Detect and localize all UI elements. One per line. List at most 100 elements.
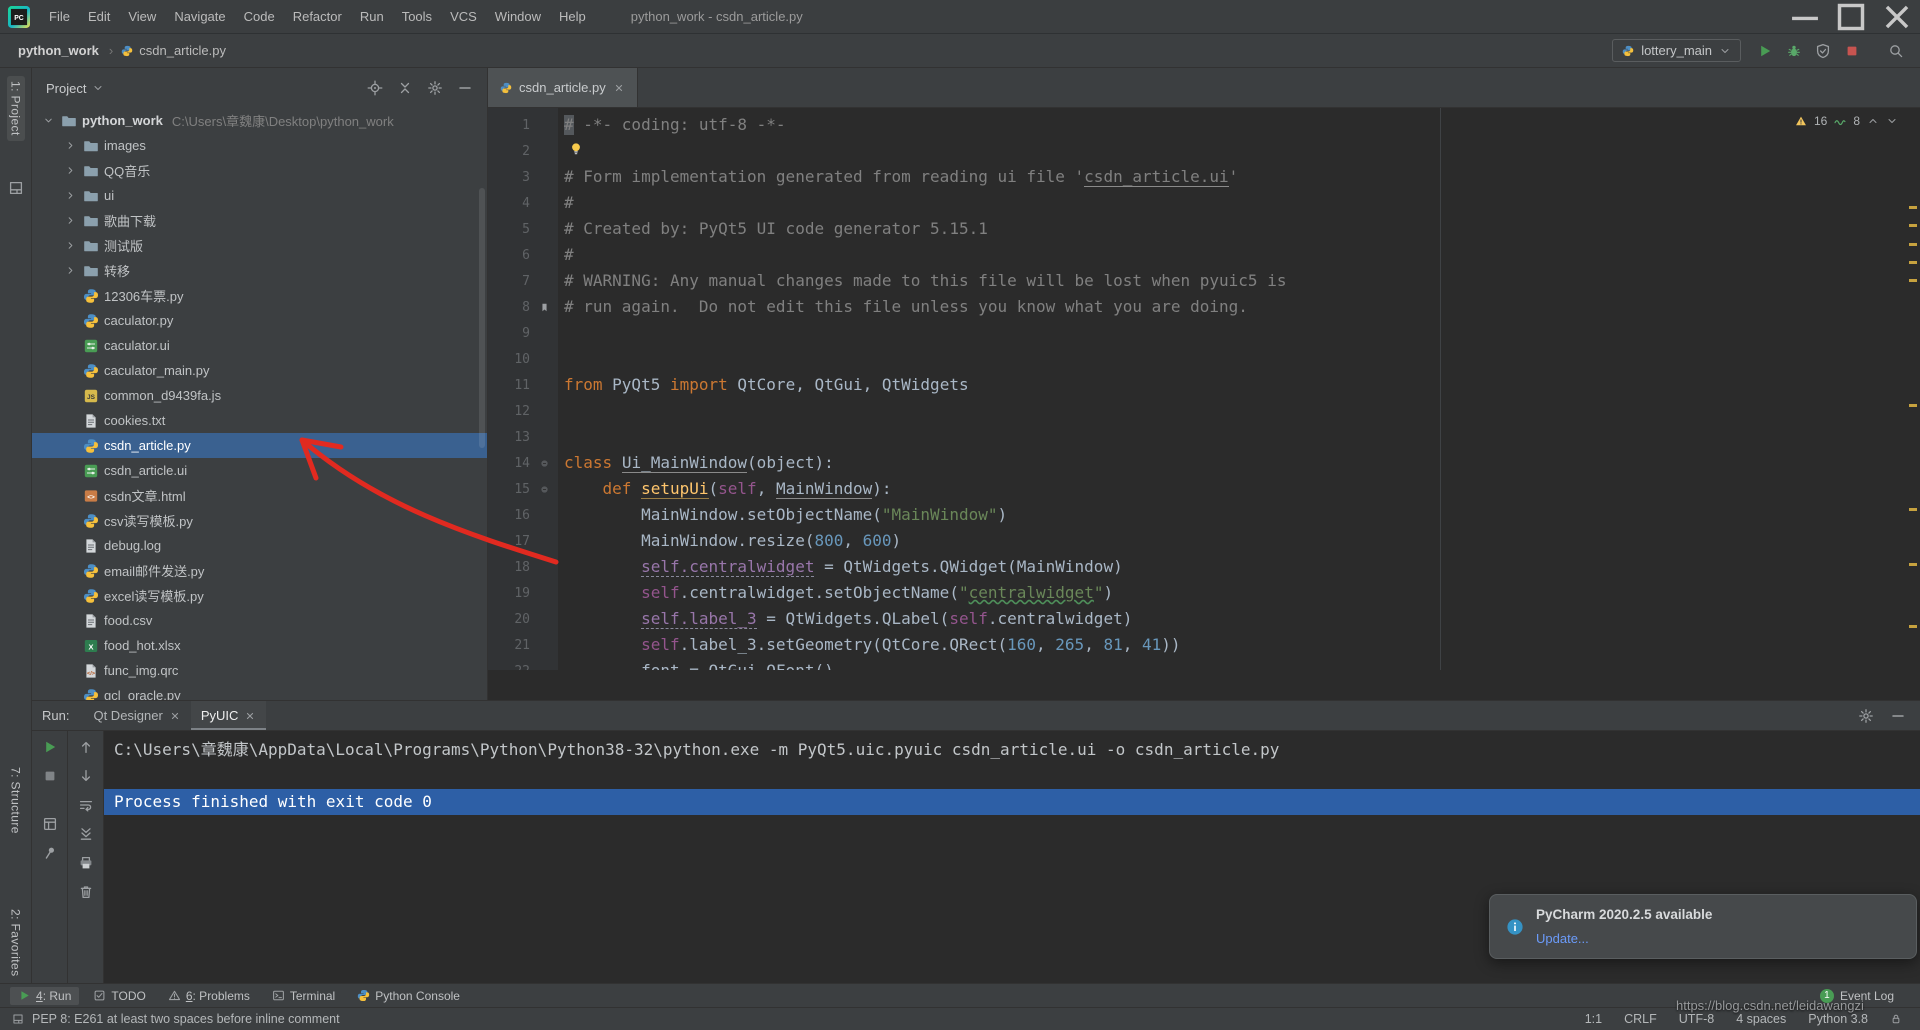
code-line[interactable] — [564, 398, 1920, 424]
menu-file[interactable]: File — [40, 0, 79, 33]
run-tab[interactable]: PyUIC — [191, 701, 267, 730]
tree-item[interactable]: QQ音乐 — [32, 158, 487, 183]
console-line[interactable]: Process finished with exit code 0 — [104, 789, 1920, 815]
gutter-line[interactable]: 19 — [488, 580, 558, 606]
chevron-down-icon[interactable] — [1886, 115, 1898, 127]
tree-item[interactable]: email邮件发送.py — [32, 558, 487, 583]
close-icon[interactable] — [244, 710, 256, 722]
minimize-icon[interactable] — [1782, 0, 1828, 33]
tree-item-project-root[interactable]: python_workC:\Users\章魏康\Desktop\python_w… — [32, 108, 487, 133]
code-line[interactable]: # run again. Do not edit this file unles… — [564, 294, 1920, 320]
tree-item[interactable]: <>csdn文章.html — [32, 483, 487, 508]
code-line[interactable]: class Ui_MainWindow(object): — [564, 450, 1920, 476]
tree-item[interactable]: Xfood_hot.xlsx — [32, 633, 487, 658]
gutter-line[interactable]: 8 — [488, 294, 558, 320]
code-line[interactable]: # — [564, 190, 1920, 216]
menu-window[interactable]: Window — [486, 0, 550, 33]
code-line[interactable] — [564, 320, 1920, 346]
breadcrumb-item[interactable]: python_work — [16, 43, 101, 58]
inspections-widget[interactable]: 168 — [1795, 114, 1898, 128]
code-line[interactable]: self.centralwidget.setObjectName("centra… — [564, 580, 1920, 606]
menu-navigate[interactable]: Navigate — [165, 0, 234, 33]
breadcrumb-item[interactable]: csdn_article.py — [137, 43, 228, 58]
tool-button-project[interactable]: 1: Project — [7, 76, 25, 141]
tree-item[interactable]: 转移 — [32, 258, 487, 283]
tool-window-button[interactable]: Terminal — [264, 987, 343, 1005]
code-line[interactable]: # Created by: PyQt5 UI code generator 5.… — [564, 216, 1920, 242]
tool-window-button[interactable]: 4: Run — [10, 987, 79, 1005]
gutter-line[interactable]: 7 — [488, 268, 558, 294]
file-encoding[interactable]: UTF-8 — [1679, 1012, 1714, 1026]
gutter-line[interactable]: 21 — [488, 632, 558, 658]
interpreter[interactable]: Python 3.8 — [1808, 1012, 1868, 1026]
code-line[interactable]: MainWindow.resize(800, 600) — [564, 528, 1920, 554]
layout-icon[interactable] — [42, 816, 58, 832]
code-line[interactable]: # — [564, 242, 1920, 268]
code-line[interactable]: def setupUi(self, MainWindow): — [564, 476, 1920, 502]
tool-window-button[interactable]: TODO — [85, 987, 153, 1005]
gutter-line[interactable]: 18 — [488, 554, 558, 580]
code-area[interactable]: # -*- coding: utf-8 -*-# Form implementa… — [558, 108, 1920, 670]
tree-item[interactable]: images — [32, 133, 487, 158]
chevron-down-icon[interactable] — [40, 115, 56, 126]
code-line[interactable]: MainWindow.setObjectName("MainWindow") — [564, 502, 1920, 528]
tree-item[interactable]: 歌曲下载 — [32, 208, 487, 233]
editor-tab[interactable]: csdn_article.py — [488, 68, 638, 107]
gutter-line[interactable]: 5 — [488, 216, 558, 242]
soft-wrap-icon[interactable] — [78, 797, 94, 813]
gutter-line[interactable]: 20 — [488, 606, 558, 632]
error-stripe[interactable] — [1906, 108, 1920, 700]
chevron-right-icon[interactable] — [62, 165, 78, 176]
tree-item[interactable]: food.csv — [32, 608, 487, 633]
code-line[interactable] — [564, 138, 1920, 164]
tree-item[interactable]: ui — [32, 183, 487, 208]
run-tab[interactable]: Qt Designer — [83, 701, 190, 730]
code-line[interactable]: from PyQt5 import QtCore, QtGui, QtWidge… — [564, 372, 1920, 398]
tool-strip-icon[interactable] — [8, 180, 24, 196]
editor-gutter[interactable]: 12345678910111213141516171819202122 — [488, 108, 558, 670]
arrow-down-icon[interactable] — [78, 768, 94, 784]
gutter-line[interactable]: 22 — [488, 658, 558, 670]
gutter-line[interactable]: 11 — [488, 372, 558, 398]
gutter-line[interactable]: 6 — [488, 242, 558, 268]
code-line[interactable] — [564, 424, 1920, 450]
gutter-line[interactable]: 9 — [488, 320, 558, 346]
tree-item[interactable]: caculator_main.py — [32, 358, 487, 383]
close-icon[interactable] — [613, 82, 625, 94]
scroll-end-icon[interactable] — [78, 826, 94, 842]
debug-icon[interactable] — [1786, 43, 1802, 59]
tree-item[interactable]: 12306车票.py — [32, 283, 487, 308]
menu-refactor[interactable]: Refactor — [284, 0, 351, 33]
locate-icon[interactable] — [367, 80, 383, 96]
tool-button-structure[interactable]: 7: Structure — [7, 762, 25, 839]
gutter-line[interactable]: 13 — [488, 424, 558, 450]
lock-icon[interactable] — [1890, 1013, 1902, 1025]
hide-icon[interactable] — [1890, 708, 1906, 724]
menu-edit[interactable]: Edit — [79, 0, 119, 33]
arrow-up-icon[interactable] — [78, 739, 94, 755]
tree-item[interactable]: </>func_img.qrc — [32, 658, 487, 683]
trash-icon[interactable] — [78, 884, 94, 900]
project-scrollbar[interactable] — [479, 188, 485, 448]
collapse-all-icon[interactable] — [397, 80, 413, 96]
coverage-icon[interactable] — [1815, 43, 1831, 59]
code-line[interactable]: # -*- coding: utf-8 -*- — [564, 112, 1920, 138]
tool-window-button[interactable]: 6: Problems — [160, 987, 258, 1005]
settings-icon[interactable] — [1858, 708, 1874, 724]
inspection-mark[interactable] — [1909, 404, 1917, 407]
menu-view[interactable]: View — [119, 0, 165, 33]
tool-button-favorites[interactable]: 2: Favorites — [7, 904, 25, 982]
tree-item[interactable]: csdn_article.py — [32, 433, 487, 458]
code-line[interactable] — [564, 346, 1920, 372]
gutter-line[interactable]: 14 — [488, 450, 558, 476]
chevron-right-icon[interactable] — [62, 140, 78, 151]
tree-item[interactable]: excel读写模板.py — [32, 583, 487, 608]
intention-bulb-icon[interactable] — [568, 141, 584, 157]
editor[interactable]: 12345678910111213141516171819202122 # -*… — [488, 108, 1920, 700]
tree-item[interactable]: csdn_article.ui — [32, 458, 487, 483]
code-line[interactable]: self.label_3.setGeometry(QtCore.QRect(16… — [564, 632, 1920, 658]
menu-code[interactable]: Code — [235, 0, 284, 33]
fold-marker-icon[interactable] — [536, 458, 552, 469]
chevron-right-icon[interactable] — [62, 265, 78, 276]
tree-item[interactable]: JScommon_d9439fa.js — [32, 383, 487, 408]
